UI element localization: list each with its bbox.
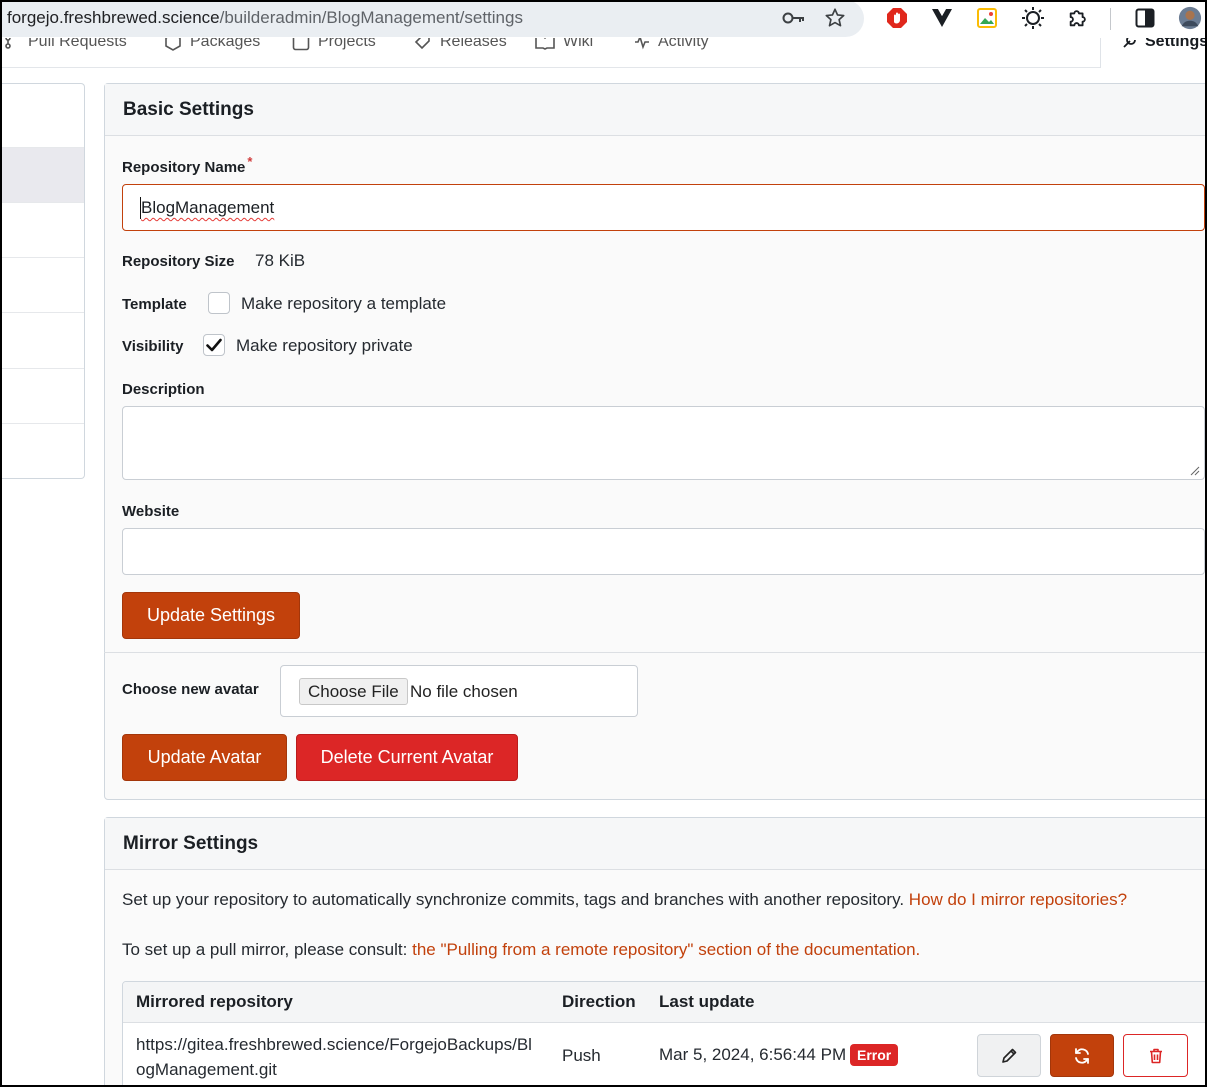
tab-activity[interactable]: Activity [634,38,709,51]
image-extension-icon[interactable] [975,6,999,30]
sync-icon [1075,1047,1089,1064]
template-label: Template [122,296,187,313]
trash-icon [1149,1048,1162,1063]
how-to-mirror-link[interactable]: How do I mirror repositories? [909,890,1127,909]
repo-name-input[interactable]: BlogManagement [122,184,1205,231]
file-status-text: No file chosen [410,682,518,701]
settings-sidebar-menu [0,83,85,479]
vue-devtools-extension-icon[interactable] [930,6,954,30]
key-icon[interactable] [782,6,806,30]
avatar-file-input[interactable]: Choose File No file chosen [280,665,638,717]
repo-name-value: BlogManagement [141,198,275,217]
choose-file-button[interactable]: Choose File [299,678,408,705]
delete-mirror-button[interactable] [1123,1034,1188,1077]
url-host: forgejo.freshbrewed.science [7,8,220,27]
panel-title: Basic Settings [105,84,1207,136]
repo-url-line: https://gitea.freshbrewed.science/Forgej… [136,1035,532,1054]
tab-projects[interactable]: Projects [292,38,376,51]
avatar-label: Choose new avatar [122,681,259,698]
sidebar-item[interactable] [0,312,84,367]
pull-text: To set up a pull mirror, please consult: [122,940,408,959]
repo-size-label: Repository Size [122,253,235,270]
sun-extension-icon[interactable] [1021,6,1045,30]
template-checkbox[interactable] [208,292,230,314]
resize-handle-icon[interactable] [1190,466,1200,476]
tab-label: Projects [318,38,376,50]
tab-releases[interactable]: Releases [414,38,507,51]
website-label: Website [122,503,180,520]
private-checkbox-label[interactable]: Make repository private [236,336,413,356]
sidebar-item[interactable] [0,368,84,423]
mirror-direction: Push [562,1046,601,1065]
bookmark-star-icon[interactable] [823,6,847,30]
push-mirrors-table: Mirrored repository Direction Last updat… [122,981,1207,1087]
address-bar[interactable]: forgejo.freshbrewed.science/builderadmin… [0,0,864,37]
url-text[interactable]: forgejo.freshbrewed.science/builderadmin… [7,8,523,28]
book-icon [535,38,555,50]
profile-avatar[interactable] [1178,6,1202,30]
extensions-puzzle-icon[interactable] [1066,6,1090,30]
tab-packages[interactable]: Packages [164,38,260,51]
tab-label: Settings [1145,38,1207,50]
divider [104,652,1207,653]
tab-label: Pull Requests [28,38,127,50]
tab-label: Releases [440,38,507,50]
sidebar-item[interactable] [0,202,84,257]
delete-avatar-button[interactable]: Delete Current Avatar [296,734,518,781]
url-path: /builderadmin/BlogManagement/settings [219,8,523,27]
update-avatar-button[interactable]: Update Avatar [122,734,287,781]
pencil-icon [1002,1048,1017,1063]
pulse-icon [635,38,649,50]
label-text: Repository Name [122,159,246,176]
sidebar-item-active[interactable] [0,147,84,202]
package-icon [165,38,181,51]
adblock-extension-icon[interactable] [885,6,909,30]
sidebar-item[interactable] [0,257,84,312]
column-header-last-update: Last update [659,992,755,1011]
pull-request-icon [5,38,11,49]
table-header: Mirrored repository Direction Last updat… [123,982,1207,1023]
repo-size-value: 78 KiB [255,251,306,270]
sidebar-item[interactable] [0,92,84,147]
panel-title: Mirror Settings [105,818,1207,870]
tab-settings[interactable]: Settings [1100,38,1207,68]
visibility-label: Visibility [122,338,184,355]
side-panel-icon[interactable] [1133,6,1157,30]
mirror-repo-url: https://gitea.freshbrewed.science/Forgej… [136,1032,556,1082]
update-settings-button[interactable]: Update Settings [122,592,300,639]
repo-url-line: ogManagement.git [136,1060,277,1079]
intro-text: Set up your repository to automatically … [122,890,905,909]
repo-name-label: Repository Name * [122,154,252,176]
tab-label: Activity [658,38,709,50]
tab-label: Packages [190,38,261,50]
tab-label: Wiki [563,38,594,50]
pull-docs-link[interactable]: the "Pulling from a remote repository" s… [412,940,920,959]
template-checkbox-label[interactable]: Make repository a template [241,294,446,314]
edit-mirror-button[interactable] [977,1034,1041,1077]
description-label: Description [122,381,205,398]
sync-mirror-button[interactable] [1050,1034,1114,1077]
column-header-direction: Direction [562,992,636,1011]
mirror-last-update: Mar 5, 2024, 6:56:44 PM [659,1045,847,1064]
tab-pull-requests[interactable]: Pull Requests [4,38,127,51]
project-icon [292,38,310,51]
mirror-intro-text: Set up your repository to automatically … [122,890,1127,910]
tool-icon [1123,38,1136,48]
tab-wiki[interactable]: Wiki [535,38,593,51]
toolbar-separator [1110,8,1111,30]
pull-mirror-text: To set up a pull mirror, please consult:… [122,940,920,960]
required-mark: * [247,154,253,169]
description-textarea[interactable] [122,406,1205,480]
browser-toolbar: forgejo.freshbrewed.science/builderadmin… [0,0,1207,38]
status-badge: Error [850,1044,899,1066]
private-checkbox[interactable] [203,334,225,356]
tag-icon [414,38,430,50]
sidebar-item[interactable] [0,423,84,478]
repo-tab-strip: Pull Requests Packages Projects Releases… [0,38,1207,68]
website-input[interactable] [122,528,1205,575]
column-header-repo: Mirrored repository [136,992,293,1011]
checkmark-icon [206,338,222,352]
